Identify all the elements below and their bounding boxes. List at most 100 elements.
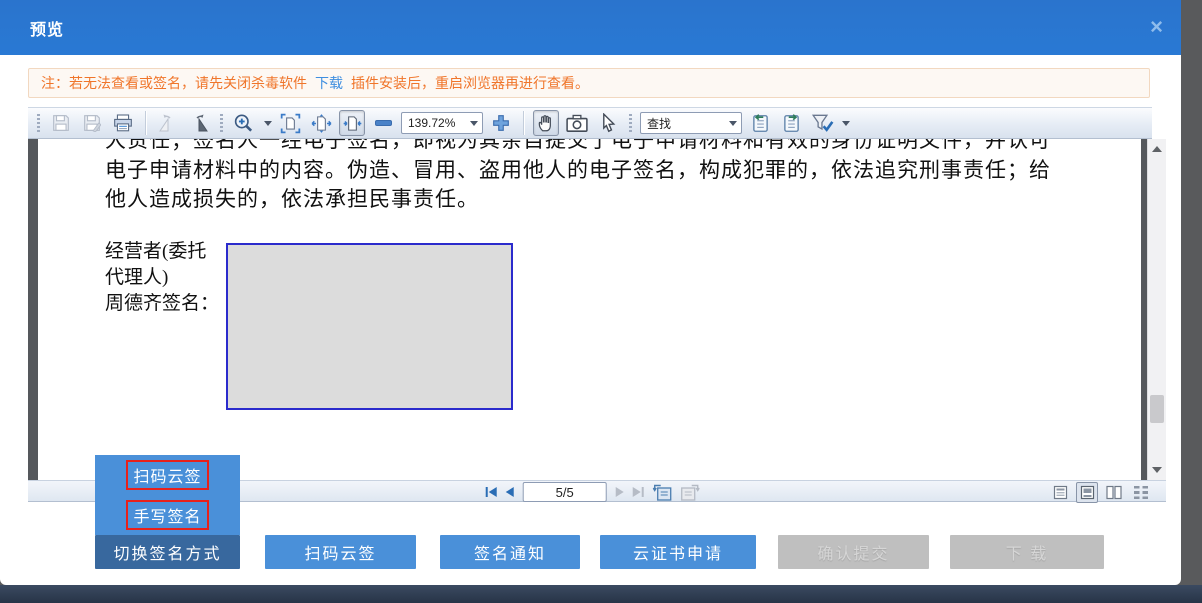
snapshot-tool-button[interactable] bbox=[564, 110, 590, 136]
facing-continuous-icon bbox=[1133, 485, 1149, 500]
document-viewer: 大责任；签名人一经电子签名，即视为其亲自提交了电子申请材料和有效的身份证明文件，… bbox=[28, 139, 1166, 480]
document-line: 他人造成损失的，依法承担民事责任。 bbox=[105, 185, 1115, 215]
dialog-title: 预览 bbox=[0, 16, 64, 40]
find-value: 查找 bbox=[645, 115, 671, 132]
next-view-button[interactable] bbox=[681, 484, 700, 501]
notice-text-suffix: 插件安装后，重启浏览器再进行查看。 bbox=[351, 73, 589, 93]
zoom-tool-caret-icon[interactable] bbox=[264, 121, 272, 126]
print-icon bbox=[113, 114, 133, 132]
rotate-left-icon bbox=[157, 114, 179, 133]
first-page-button[interactable] bbox=[486, 487, 497, 497]
page-background-bottom-bar bbox=[0, 585, 1202, 603]
dialog-header: 预览 × bbox=[0, 0, 1181, 55]
download-link[interactable]: 下载 bbox=[315, 73, 343, 93]
facing-continuous-view-button[interactable] bbox=[1130, 482, 1152, 503]
switch-signature-method-button[interactable]: 切换签名方式 bbox=[95, 535, 240, 569]
zoom-in-icon bbox=[492, 114, 510, 132]
preview-dialog: 预览 × 注：若无法查看或签名，请先关闭杀毒软件 下载 插件安装后，重启浏览器再… bbox=[0, 0, 1181, 585]
find-caret-icon bbox=[729, 121, 737, 126]
rotate-right-button[interactable] bbox=[186, 110, 212, 136]
menu-item-scan-cloud-sign[interactable]: 扫码云签 bbox=[95, 455, 240, 495]
last-page-arrow-icon bbox=[633, 487, 641, 497]
find-previous-button[interactable] bbox=[747, 110, 773, 136]
toolbar-separator bbox=[145, 111, 146, 135]
close-icon[interactable]: × bbox=[1150, 16, 1163, 38]
scroll-up-icon[interactable] bbox=[1152, 146, 1162, 152]
single-page-view-button[interactable] bbox=[1049, 482, 1071, 503]
document-text: 大责任；签名人一经电子签名，即视为其亲自提交了电子申请材料和有效的身份证明文件，… bbox=[105, 139, 1115, 215]
notice-bar: 注：若无法查看或签名，请先关闭杀毒软件 下载 插件安装后，重启浏览器再进行查看。 bbox=[28, 68, 1150, 98]
zoom-out-icon bbox=[375, 120, 392, 126]
zoom-out-button[interactable] bbox=[370, 110, 396, 136]
hand-tool-button[interactable] bbox=[533, 110, 559, 136]
next-page-button[interactable] bbox=[616, 487, 624, 497]
save-button[interactable] bbox=[48, 110, 74, 136]
scan-cloud-sign-label: 扫码云签 bbox=[126, 460, 208, 490]
fit-page-button[interactable] bbox=[277, 110, 303, 136]
last-page-button[interactable] bbox=[633, 487, 644, 497]
signature-label: 经营者(委托 代理人) 周德齐签名： bbox=[105, 239, 219, 317]
toolbar-grip bbox=[37, 114, 40, 132]
menu-item-handwritten-sign[interactable]: 手写签名 bbox=[95, 495, 240, 535]
fit-page-icon bbox=[280, 113, 301, 134]
fit-width-button[interactable] bbox=[308, 110, 334, 136]
vertical-scrollbar[interactable] bbox=[1147, 139, 1166, 480]
signature-label-line: 代理人) bbox=[105, 265, 219, 291]
single-page-icon bbox=[1053, 485, 1068, 500]
print-button[interactable] bbox=[110, 110, 136, 136]
next-view-icon bbox=[681, 484, 700, 501]
zoom-in-button[interactable] bbox=[488, 110, 514, 136]
find-next-button[interactable] bbox=[778, 110, 804, 136]
zoom-level-caret-icon bbox=[470, 121, 478, 126]
signature-box[interactable] bbox=[226, 243, 513, 410]
save-icon bbox=[52, 114, 70, 132]
previous-page-icon bbox=[506, 487, 514, 497]
cloud-certificate-apply-button[interactable]: 云证书申请 bbox=[600, 535, 756, 569]
find-next-icon bbox=[781, 113, 802, 134]
signature-notice-button[interactable]: 签名通知 bbox=[440, 535, 580, 569]
last-page-icon bbox=[642, 487, 644, 497]
toolbar-grip bbox=[220, 114, 223, 132]
save-as-button[interactable] bbox=[79, 110, 105, 136]
page-left-edge bbox=[28, 139, 38, 480]
select-cursor-icon bbox=[600, 113, 617, 133]
scroll-down-icon[interactable] bbox=[1152, 467, 1162, 473]
previous-view-icon bbox=[653, 484, 672, 501]
fit-visible-icon bbox=[342, 113, 363, 134]
document-line: 电子申请材料中的内容。伪造、冒用、盗用他人的电子签名，构成犯罪的，依法追究刑事责… bbox=[105, 156, 1115, 186]
fit-visible-button[interactable] bbox=[339, 110, 365, 136]
zoom-magnifier-icon bbox=[233, 113, 255, 133]
handwritten-sign-label: 手写签名 bbox=[126, 500, 208, 530]
next-page-icon bbox=[616, 487, 624, 497]
scan-cloud-sign-button[interactable]: 扫码云签 bbox=[265, 535, 416, 569]
zoom-level-value: 139.72% bbox=[406, 116, 455, 130]
previous-view-button[interactable] bbox=[653, 484, 672, 501]
rotate-right-icon bbox=[188, 114, 210, 133]
confirm-submit-button: 确认提交 bbox=[778, 535, 929, 569]
select-tool-button[interactable] bbox=[595, 110, 621, 136]
zoom-tool-button[interactable] bbox=[231, 110, 257, 136]
rotate-left-button[interactable] bbox=[155, 110, 181, 136]
notice-text-prefix: 注：若无法查看或签名，请先关闭杀毒软件 bbox=[41, 73, 307, 93]
signature-label-line: 经营者(委托 bbox=[105, 239, 219, 265]
toolbar-separator bbox=[523, 111, 524, 135]
previous-page-button[interactable] bbox=[506, 487, 514, 497]
snapshot-camera-icon bbox=[566, 114, 588, 133]
facing-page-view-button[interactable] bbox=[1103, 482, 1125, 503]
filter-annotations-button[interactable] bbox=[809, 110, 835, 136]
continuous-page-icon bbox=[1080, 485, 1095, 500]
document-line: 大责任；签名人一经电子签名，即视为其亲自提交了电子申请材料和有效的身份证明文件，… bbox=[105, 139, 1115, 156]
filter-check-icon bbox=[811, 113, 834, 133]
continuous-page-view-button[interactable] bbox=[1076, 482, 1098, 503]
hand-tool-icon bbox=[536, 113, 556, 133]
fit-width-icon bbox=[311, 113, 332, 134]
toolbar-grip bbox=[629, 114, 632, 132]
scrollbar-thumb[interactable] bbox=[1150, 395, 1164, 423]
page-number-input[interactable] bbox=[523, 482, 607, 502]
signature-label-line: 周德齐签名： bbox=[105, 291, 219, 317]
page-background-gutter bbox=[1181, 0, 1202, 585]
filter-caret-icon[interactable] bbox=[842, 121, 850, 126]
zoom-level-combobox[interactable]: 139.72% bbox=[401, 112, 483, 134]
find-combobox[interactable]: 查找 bbox=[640, 112, 742, 134]
page-layout-modes bbox=[1049, 482, 1152, 502]
